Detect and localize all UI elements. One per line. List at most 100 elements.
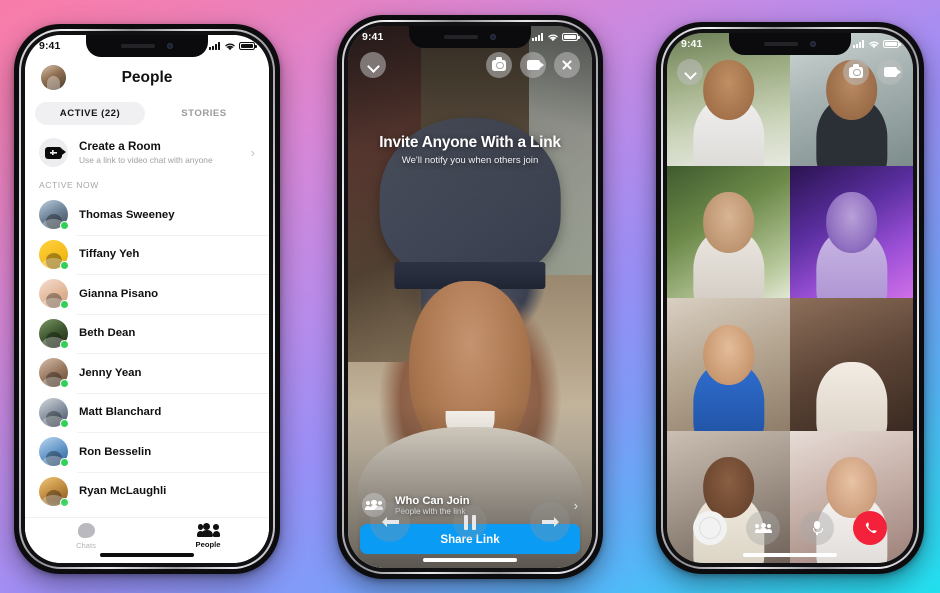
minimize-button[interactable] — [677, 59, 703, 85]
active-status-dot — [60, 379, 69, 389]
create-room-subtitle: Use a link to video chat with anyone — [79, 154, 213, 165]
list-item[interactable]: Jenny Yean — [25, 353, 269, 393]
list-item[interactable]: Gianna Pisano — [25, 274, 269, 314]
room-invite-screen — [348, 26, 592, 568]
list-item[interactable]: Matt Blanchard — [25, 392, 269, 433]
microphone-icon — [812, 521, 823, 535]
phone-messenger-people: 9:41 People ACTIVE (22) STORIES Create a… — [14, 24, 280, 574]
room-bottom-panel: Who Can Join People with the link › Shar… — [348, 493, 592, 554]
earpiece-speaker — [764, 42, 798, 46]
avatar — [39, 279, 69, 310]
people-icon — [196, 523, 220, 537]
home-indicator[interactable] — [100, 553, 194, 557]
battery-icon — [883, 40, 901, 48]
people-group-icon — [362, 493, 386, 517]
chat-bubble-icon — [77, 523, 95, 538]
video-toggle-button[interactable] — [877, 59, 903, 85]
active-status-dot — [60, 497, 69, 507]
status-indicators — [209, 42, 257, 51]
wifi-icon — [547, 34, 558, 41]
active-contacts-list[interactable]: Thomas Sweeney Tiffany Yeh Gianna Pisano Be… — [25, 195, 269, 511]
video-camera-icon — [883, 67, 901, 77]
minimize-button[interactable] — [360, 52, 386, 78]
microphone-button[interactable] — [799, 511, 834, 545]
contact-name: Beth Dean — [79, 327, 136, 340]
phone3-screen: 9:41 — [667, 33, 913, 563]
add-people-button[interactable] — [746, 511, 781, 545]
close-button[interactable] — [554, 52, 580, 78]
active-status-dot — [60, 221, 69, 231]
participant-face — [825, 192, 878, 253]
phone2-notch — [409, 26, 531, 48]
flip-camera-button[interactable] — [843, 59, 869, 85]
avatar — [39, 318, 69, 349]
video-camera-icon — [526, 60, 544, 70]
contact-name: Matt Blanchard — [79, 406, 162, 419]
participant-grid — [667, 33, 913, 563]
create-room-text: Create a Room Use a link to video chat w… — [79, 139, 240, 166]
tab-active[interactable]: ACTIVE (22) — [35, 102, 145, 125]
wifi-icon — [224, 43, 235, 50]
status-time: 9:41 — [362, 31, 384, 43]
participant-tile[interactable] — [790, 165, 913, 298]
active-status-dot — [60, 260, 69, 270]
participant-tile[interactable] — [790, 298, 913, 431]
close-x-icon — [561, 59, 573, 71]
call-bottom-controls — [667, 511, 913, 545]
contact-name: Ron Besselin — [79, 445, 152, 458]
home-indicator[interactable] — [423, 558, 517, 562]
end-call-icon — [865, 521, 877, 533]
camera-shutter-button[interactable] — [692, 511, 727, 545]
contact-name: Thomas Sweeney — [79, 208, 175, 221]
phone3-notch — [729, 33, 851, 55]
contact-name: Gianna Pisano — [79, 287, 159, 300]
section-label-active-now: ACTIVE NOW — [39, 180, 99, 190]
phone3-bezel: 9:41 — [661, 27, 919, 569]
status-indicators — [853, 40, 901, 49]
participant-face — [825, 457, 878, 518]
list-item[interactable]: Tiffany Yeh — [25, 234, 269, 275]
status-time: 9:41 — [39, 40, 61, 52]
chevron-right-icon: › — [250, 145, 255, 160]
list-item[interactable]: Ron Besselin — [25, 432, 269, 472]
active-status-dot — [60, 458, 69, 468]
flip-camera-button[interactable] — [486, 52, 512, 78]
avatar — [39, 239, 69, 270]
video-toggle-button[interactable] — [520, 52, 546, 78]
participant-tile[interactable] — [667, 298, 790, 431]
list-item[interactable]: Thomas Sweeney — [25, 195, 269, 235]
list-item[interactable]: Beth Dean — [25, 313, 269, 354]
participant-face — [826, 325, 878, 386]
front-camera-icon — [490, 34, 496, 40]
participant-face — [702, 192, 755, 253]
tab-stories[interactable]: STORIES — [149, 102, 259, 125]
share-link-button[interactable]: Share Link — [360, 524, 580, 554]
participant-face — [702, 324, 755, 386]
cellular-bars-icon — [209, 42, 220, 50]
participant-tile[interactable] — [667, 165, 790, 298]
room-top-controls — [360, 52, 580, 78]
status-time: 9:41 — [681, 38, 703, 50]
tab-people[interactable]: People — [147, 523, 269, 549]
avatar — [39, 437, 69, 468]
status-indicators — [532, 33, 580, 42]
invite-title: Invite Anyone With a Link — [379, 134, 561, 151]
avatar[interactable] — [41, 65, 66, 90]
phone1-notch — [86, 35, 208, 57]
video-room-icon — [39, 138, 68, 167]
front-camera-icon — [810, 41, 816, 47]
flip-camera-icon — [849, 64, 863, 78]
avatar — [39, 397, 69, 428]
home-indicator[interactable] — [743, 553, 837, 557]
who-can-join-row[interactable]: Who Can Join People with the link › — [348, 493, 592, 524]
call-top-controls — [677, 59, 903, 85]
end-call-button[interactable] — [853, 511, 888, 545]
list-item[interactable]: Ryan McLaughli — [25, 471, 269, 512]
messenger-people-screen: People ACTIVE (22) STORIES Create a Room… — [25, 35, 269, 563]
phone1-bezel: 9:41 People ACTIVE (22) STORIES Create a… — [19, 29, 275, 569]
contact-name: Ryan McLaughli — [79, 485, 167, 498]
phone-group-call-grid: 9:41 — [656, 22, 924, 574]
create-room-row[interactable]: Create a Room Use a link to video chat w… — [25, 131, 269, 176]
tab-chats[interactable]: Chats — [25, 523, 147, 550]
add-people-icon — [754, 522, 772, 534]
